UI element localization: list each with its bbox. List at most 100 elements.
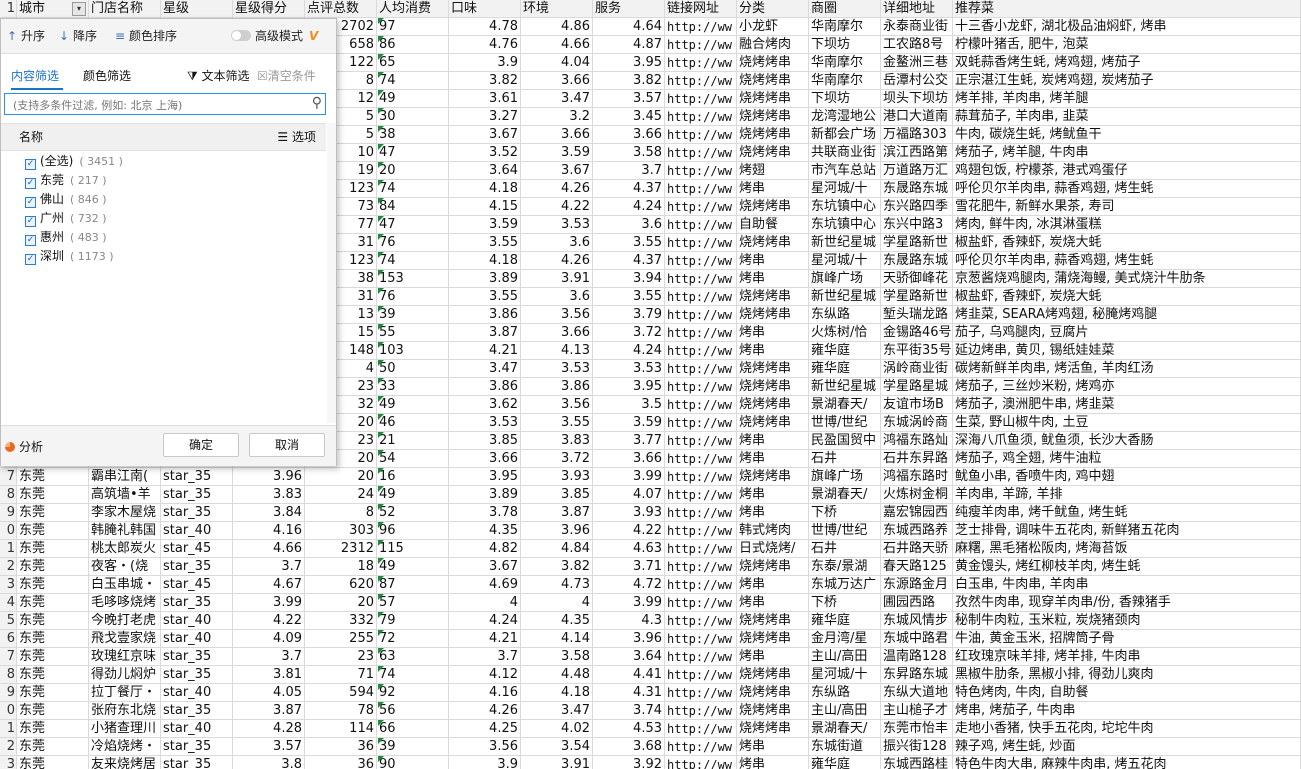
- table-cell[interactable]: 烧烤烤串: [737, 396, 809, 414]
- clear-conditions-button[interactable]: ☒清空条件: [257, 66, 316, 86]
- table-cell[interactable]: 56: [377, 702, 449, 720]
- table-cell[interactable]: 旗峰广场: [809, 468, 881, 486]
- table-cell[interactable]: 东城西路养: [881, 522, 953, 540]
- table-cell[interactable]: 3.47: [449, 360, 521, 378]
- table-cell[interactable]: 东城街道: [809, 738, 881, 756]
- table-cell[interactable]: 东纵路: [809, 306, 881, 324]
- table-cell[interactable]: 烧烤烤串: [737, 108, 809, 126]
- table-cell[interactable]: 3.7: [233, 648, 305, 666]
- table-cell[interactable]: 16: [377, 468, 449, 486]
- table-cell[interactable]: 主山/高田: [809, 648, 881, 666]
- table-cell[interactable]: 东坑镇中心: [809, 216, 881, 234]
- table-cell[interactable]: 黑椒牛肋条, 黑椒小排, 得劲儿爽肉: [953, 666, 1301, 684]
- table-cell[interactable]: 71: [305, 666, 377, 684]
- table-cell[interactable]: 3.89: [449, 270, 521, 288]
- table-cell[interactable]: 东兴中路3: [881, 216, 953, 234]
- table-cell[interactable]: http://ww: [665, 396, 737, 414]
- table-cell[interactable]: 烤串: [737, 180, 809, 198]
- table-cell[interactable]: 今晚打老虎: [89, 612, 161, 630]
- column-header[interactable]: 详细地址: [881, 0, 953, 18]
- table-cell[interactable]: 3.53: [521, 216, 593, 234]
- table-cell[interactable]: 3.72: [593, 324, 665, 342]
- checkbox-checked-icon[interactable]: ✓: [25, 235, 36, 246]
- table-cell[interactable]: star_40: [161, 630, 233, 648]
- table-cell[interactable]: 烤串, 烤茄子, 牛肉串: [953, 702, 1301, 720]
- table-cell[interactable]: 3.45: [593, 108, 665, 126]
- table-cell[interactable]: 3.84: [233, 504, 305, 522]
- table-cell[interactable]: 岳潭村公交: [881, 72, 953, 90]
- table-cell[interactable]: 烤茄子, 三丝炒米粉, 烤鸡亦: [953, 378, 1301, 396]
- table-cell[interactable]: 东莞: [17, 702, 89, 720]
- table-cell[interactable]: 玫瑰红京味: [89, 648, 161, 666]
- table-cell[interactable]: 3.74: [593, 702, 665, 720]
- table-cell[interactable]: 深海八爪鱼须, 鱿鱼须, 长沙大香肠: [953, 432, 1301, 450]
- table-cell[interactable]: 3.54: [521, 738, 593, 756]
- table-cell[interactable]: 4.84: [521, 540, 593, 558]
- table-cell[interactable]: 烧烤烤串: [737, 630, 809, 648]
- table-cell[interactable]: 47: [377, 144, 449, 162]
- table-cell[interactable]: 65: [377, 54, 449, 72]
- table-cell[interactable]: http://ww: [665, 756, 737, 769]
- table-cell[interactable]: 3.86: [449, 378, 521, 396]
- table-cell[interactable]: 3.56: [521, 396, 593, 414]
- table-cell[interactable]: http://ww: [665, 270, 737, 288]
- table-cell[interactable]: http://ww: [665, 378, 737, 396]
- row-number[interactable]: 9: [0, 684, 17, 702]
- table-cell[interactable]: 4.16: [449, 684, 521, 702]
- cancel-button[interactable]: 取消: [249, 433, 325, 457]
- color-sort-button[interactable]: ≡ 颜色排序: [115, 27, 177, 45]
- table-cell[interactable]: 共联商业街: [809, 144, 881, 162]
- table-cell[interactable]: 友谊市场B: [881, 396, 953, 414]
- table-cell[interactable]: http://ww: [665, 126, 737, 144]
- table-cell[interactable]: 东莞: [17, 468, 89, 486]
- table-cell[interactable]: 东泰/景湖: [809, 558, 881, 576]
- table-cell[interactable]: 黄金馒头, 烤红柳枝羊肉, 烤生蚝: [953, 558, 1301, 576]
- table-cell[interactable]: 3.96: [593, 630, 665, 648]
- column-header[interactable]: 点评总数: [305, 0, 377, 18]
- table-cell[interactable]: 东莞: [17, 576, 89, 594]
- table-cell[interactable]: 3.5: [593, 396, 665, 414]
- table-cell[interactable]: 4.73: [521, 576, 593, 594]
- table-cell[interactable]: http://ww: [665, 702, 737, 720]
- table-cell[interactable]: 火炼树金桐: [881, 486, 953, 504]
- table-cell[interactable]: 港口大道南: [881, 108, 953, 126]
- table-cell[interactable]: 石井东昇路: [881, 450, 953, 468]
- table-cell[interactable]: star_35: [161, 648, 233, 666]
- table-cell[interactable]: 4.21: [449, 342, 521, 360]
- checkbox-checked-icon[interactable]: ✓: [25, 178, 36, 189]
- table-cell[interactable]: 103: [377, 342, 449, 360]
- sort-ascending-button[interactable]: ↑ 升序: [7, 27, 45, 45]
- table-cell[interactable]: 30: [377, 108, 449, 126]
- table-cell[interactable]: http://ww: [665, 450, 737, 468]
- table-cell[interactable]: 3.9: [449, 54, 521, 72]
- filter-item[interactable]: ✓ 惠州 ( 483 ): [25, 228, 107, 247]
- table-cell[interactable]: 3.66: [521, 72, 593, 90]
- table-cell[interactable]: http://ww: [665, 360, 737, 378]
- table-cell[interactable]: 坝头下坝坊: [881, 90, 953, 108]
- table-cell[interactable]: 烤串: [737, 270, 809, 288]
- table-cell[interactable]: 东城万达广: [809, 576, 881, 594]
- table-cell[interactable]: 4.05: [233, 684, 305, 702]
- table-cell[interactable]: http://ww: [665, 738, 737, 756]
- table-cell[interactable]: 3.53: [521, 360, 593, 378]
- column-header[interactable]: 门店名称: [89, 0, 161, 18]
- table-cell[interactable]: 52: [377, 504, 449, 522]
- table-cell[interactable]: http://ww: [665, 558, 737, 576]
- table-cell[interactable]: 3.85: [449, 432, 521, 450]
- table-cell[interactable]: http://ww: [665, 54, 737, 72]
- table-cell[interactable]: 3.95: [593, 378, 665, 396]
- table-cell[interactable]: 3.93: [521, 468, 593, 486]
- table-cell[interactable]: 74: [377, 72, 449, 90]
- table-cell[interactable]: star_35: [161, 594, 233, 612]
- table-cell[interactable]: 97: [377, 18, 449, 36]
- table-cell[interactable]: 石井路天骄: [881, 540, 953, 558]
- table-cell[interactable]: 东城中路君: [881, 630, 953, 648]
- table-cell[interactable]: 87: [377, 576, 449, 594]
- table-cell[interactable]: 韩式烤肉: [737, 522, 809, 540]
- column-header[interactable]: 星级得分: [233, 0, 305, 18]
- table-cell[interactable]: 4.26: [521, 252, 593, 270]
- table-cell[interactable]: 3.77: [593, 432, 665, 450]
- table-cell[interactable]: 韩腌礼韩国: [89, 522, 161, 540]
- table-cell[interactable]: 烤串: [737, 432, 809, 450]
- table-cell[interactable]: 47: [377, 216, 449, 234]
